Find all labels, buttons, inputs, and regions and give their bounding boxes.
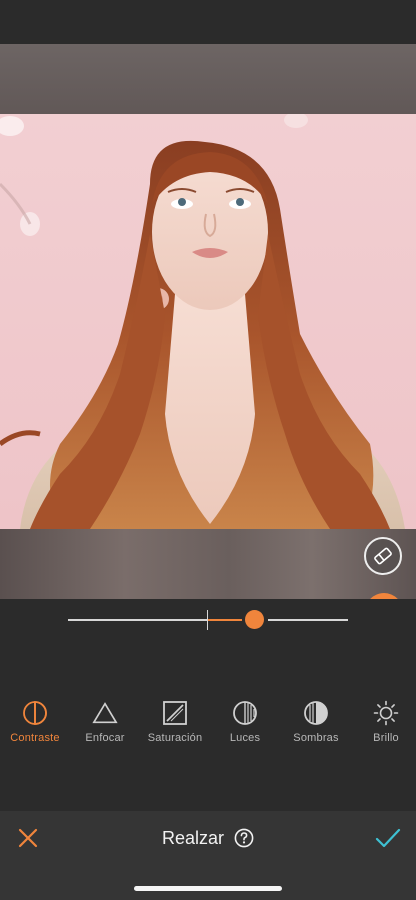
intensity-slider[interactable] xyxy=(68,608,348,632)
home-indicator xyxy=(134,886,282,891)
blurred-background-bottom xyxy=(0,529,416,599)
confirm-button[interactable] xyxy=(375,826,401,850)
photo-canvas xyxy=(0,44,416,599)
tool-label: Contraste xyxy=(10,732,60,744)
tool-sombras[interactable]: Sombras xyxy=(280,700,352,744)
tool-label: Luces xyxy=(229,732,261,744)
status-bar xyxy=(0,0,416,44)
slider-center-mark xyxy=(207,610,208,630)
tool-enfocar[interactable]: Enfocar xyxy=(69,700,141,744)
eraser-icon xyxy=(374,547,392,565)
editor-title-group: Realzar xyxy=(0,826,416,850)
tool-brillo[interactable]: Brillo xyxy=(350,700,416,744)
checkmark-icon xyxy=(375,828,401,848)
tool-label: Saturación xyxy=(147,732,203,744)
bottom-action-bar: Realzar xyxy=(0,811,416,900)
photo-preview[interactable] xyxy=(0,114,416,529)
eraser-button[interactable] xyxy=(364,537,402,575)
slider-knob[interactable] xyxy=(245,610,264,629)
blurred-background-top xyxy=(0,44,416,114)
editor-title: Realzar xyxy=(161,827,225,848)
shadows-icon xyxy=(303,700,329,726)
help-circle-icon[interactable] xyxy=(234,828,254,848)
tool-label: Sombras xyxy=(293,732,339,744)
tool-label: Brillo xyxy=(373,732,399,744)
sun-icon xyxy=(373,700,399,726)
tool-bar: Contraste Enfocar Saturación Luces Sombr… xyxy=(0,700,416,750)
triangle-icon xyxy=(92,700,118,726)
highlights-icon xyxy=(232,700,258,726)
tool-contraste[interactable]: Contraste xyxy=(0,700,71,744)
saturation-icon xyxy=(162,700,188,726)
tool-saturacion[interactable]: Saturación xyxy=(139,700,211,744)
tool-luces[interactable]: Luces xyxy=(209,700,281,744)
contrast-icon xyxy=(22,700,48,726)
tool-label: Enfocar xyxy=(85,732,125,744)
portrait-image xyxy=(0,114,416,529)
